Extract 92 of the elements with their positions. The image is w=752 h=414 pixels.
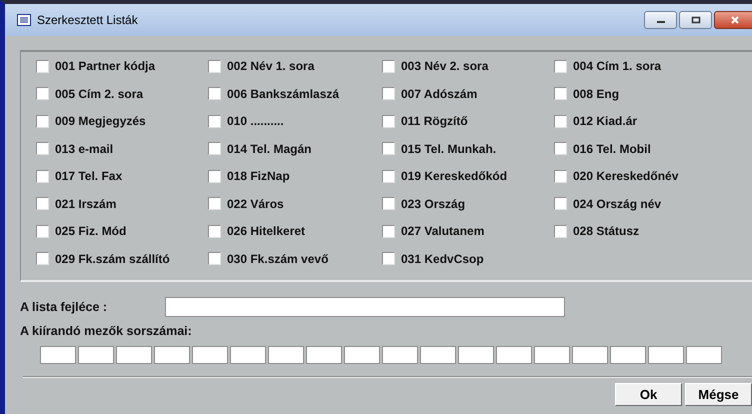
field-checkbox[interactable]: 023 Ország [382, 196, 554, 210]
field-checkbox[interactable]: 001 Partner kódja [36, 59, 208, 73]
checkbox[interactable] [382, 252, 395, 265]
field-number-input[interactable] [534, 346, 570, 364]
close-button[interactable] [714, 11, 752, 29]
list-header-label: A lista fejléce : [20, 300, 108, 314]
field-number-input[interactable] [496, 346, 532, 364]
field-checkbox[interactable]: 022 Város [208, 196, 382, 210]
field-number-input[interactable] [610, 346, 646, 364]
field-checkbox[interactable]: 003 Név 2. sora [382, 59, 554, 73]
checkbox[interactable] [208, 114, 221, 128]
field-checkbox[interactable]: 011 Rögzítő [382, 114, 554, 128]
maximize-icon [690, 16, 700, 24]
field-checkbox[interactable]: 028 Státusz [554, 224, 734, 238]
field-number-input[interactable] [268, 346, 304, 364]
field-number-input[interactable] [572, 346, 608, 364]
checkbox[interactable] [382, 170, 395, 182]
dialog-button[interactable]: Mégse [685, 383, 752, 406]
field-checkbox[interactable]: 020 Kereskedőnév [554, 169, 734, 183]
field-number-input[interactable] [420, 346, 456, 364]
field-checkbox[interactable]: 026 Hitelkeret [208, 224, 382, 238]
field-checkbox[interactable]: 027 Valutanem [382, 224, 554, 238]
field-checkbox[interactable]: 025 Fiz. Mód [36, 224, 208, 238]
field-checkbox[interactable]: 030 Fk.szám vevő [208, 252, 382, 266]
field-checkbox[interactable]: 016 Tel. Mobil [554, 142, 734, 156]
field-number-input[interactable] [154, 346, 190, 364]
field-checkbox[interactable]: 006 Bankszámlaszá [208, 86, 382, 100]
field-checkbox[interactable]: 012 Kiad.ár [554, 114, 734, 128]
checkbox[interactable] [208, 197, 221, 210]
field-checkbox[interactable]: 014 Tel. Magán [208, 142, 382, 156]
field-number-input[interactable] [344, 346, 380, 364]
checkbox[interactable] [554, 170, 567, 182]
field-checkbox[interactable]: 008 Eng [554, 86, 734, 100]
checkbox[interactable] [36, 197, 49, 210]
checkbox[interactable] [208, 170, 221, 182]
field-checkbox[interactable]: 007 Adószám [382, 86, 554, 100]
checkbox[interactable] [36, 142, 49, 155]
field-numbers-label: A kiírandó mezők sorszámai: [20, 324, 193, 338]
checkbox[interactable] [36, 87, 49, 100]
checkbox[interactable] [554, 142, 567, 155]
list-header-field[interactable] [165, 297, 566, 317]
field-checkbox[interactable]: 018 FizNap [208, 169, 382, 183]
checkbox[interactable] [382, 197, 395, 210]
list-icon [17, 14, 31, 26]
window-title: Szerkesztett Listák [37, 13, 138, 27]
maximize-button[interactable] [679, 11, 712, 29]
field-number-input[interactable] [458, 346, 494, 364]
field-checkbox[interactable]: 005 Cím 2. sora [36, 86, 208, 100]
field-checkbox[interactable]: 024 Ország név [554, 196, 734, 210]
field-checkbox[interactable]: 015 Tel. Munkah. [382, 142, 554, 156]
field-number-input[interactable] [648, 346, 684, 364]
field-checkbox[interactable]: 013 e-mail [36, 142, 208, 156]
checkbox[interactable] [36, 170, 49, 182]
minimize-button[interactable] [644, 11, 677, 29]
field-number-input[interactable] [78, 346, 114, 364]
checkbox[interactable] [36, 114, 49, 128]
field-number-input[interactable] [686, 346, 722, 364]
checkbox[interactable] [554, 197, 567, 210]
checkbox[interactable] [554, 60, 567, 72]
checkbox[interactable] [208, 142, 221, 155]
field-checkbox[interactable]: 019 Kereskedőkód [382, 169, 554, 183]
field-number-input[interactable] [230, 346, 266, 364]
checkbox[interactable] [554, 224, 567, 238]
field-checkbox[interactable]: 004 Cím 1. sora [554, 59, 734, 73]
field-checkbox[interactable]: 031 KedvCsop [382, 252, 554, 266]
field-number-input[interactable] [116, 346, 152, 364]
checkbox[interactable] [36, 252, 49, 265]
checkbox[interactable] [554, 114, 567, 128]
checkbox[interactable] [382, 224, 395, 238]
checkbox[interactable] [382, 60, 395, 72]
checkbox[interactable] [36, 224, 49, 238]
checkbox[interactable] [208, 224, 221, 238]
field-checkbox[interactable]: 009 Megjegyzés [36, 114, 208, 128]
field-number-input[interactable] [192, 346, 228, 364]
field-checkbox[interactable]: 021 Irszám [36, 196, 208, 210]
checkbox[interactable] [208, 252, 221, 265]
field-checkbox[interactable]: 029 Fk.szám szállító [36, 252, 208, 266]
field-checkbox[interactable]: 002 Név 1. sora [208, 59, 382, 73]
field-number-input[interactable] [382, 346, 418, 364]
dialog-button[interactable]: Ok [615, 383, 682, 406]
checkbox[interactable] [36, 60, 49, 72]
field-checkbox[interactable]: 010 .......... [208, 114, 382, 128]
checkbox[interactable] [382, 87, 395, 100]
field-checkbox[interactable]: 017 Tel. Fax [36, 169, 208, 183]
checkbox[interactable] [554, 87, 567, 100]
close-icon [730, 16, 740, 24]
checkbox[interactable] [208, 87, 221, 100]
checkbox[interactable] [208, 60, 221, 72]
field-number-input[interactable] [306, 346, 342, 364]
checkbox[interactable] [382, 142, 395, 155]
field-number-input[interactable] [40, 346, 76, 364]
checkbox[interactable] [382, 114, 395, 128]
